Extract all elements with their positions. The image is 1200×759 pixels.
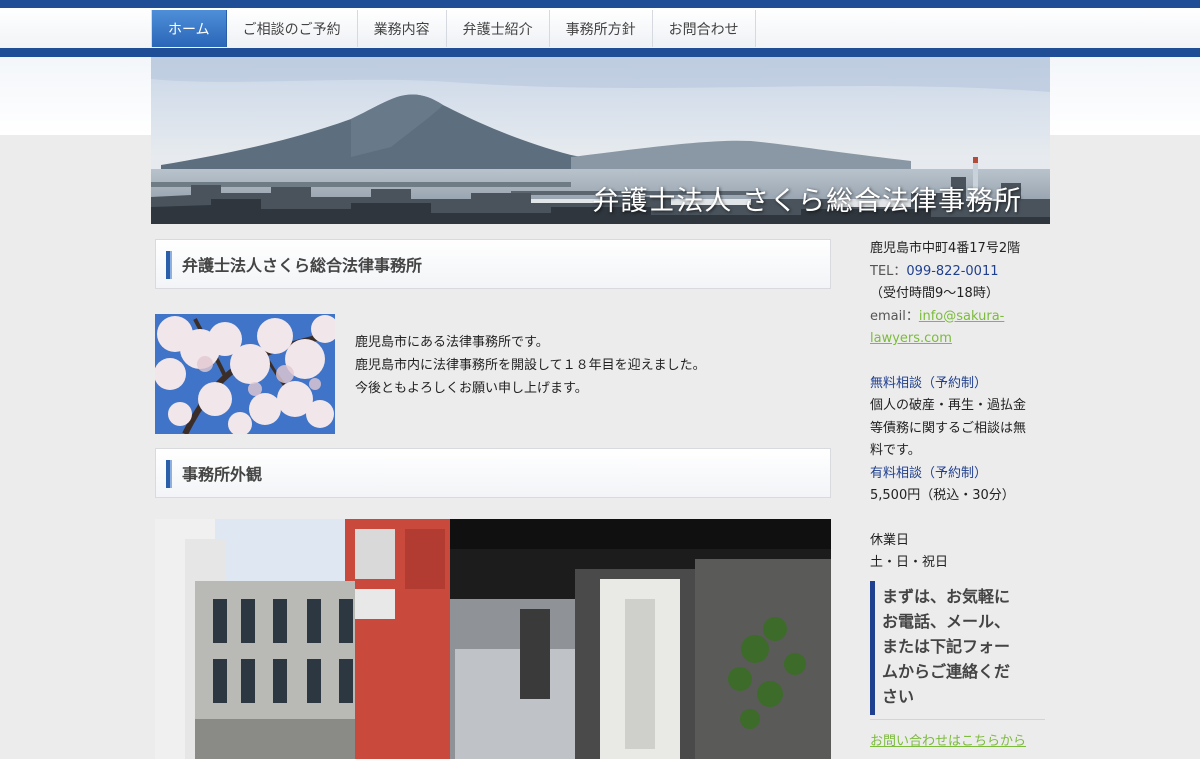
address: 鹿児島市中町4番17号2階: [870, 241, 1021, 256]
intro-line: 今後ともよろしくお願い申し上げます。: [355, 381, 588, 396]
free-consult-desc: 料です。: [870, 443, 921, 458]
top-accent-bar: [0, 0, 1200, 8]
heading-accent-bar: [166, 460, 172, 488]
nav-item-lawyers[interactable]: 弁護士紹介: [446, 10, 550, 47]
intro-text: 鹿児島市にある法律事務所です。 鹿児島市内に法律事務所を開設して１８年目を迎えま…: [355, 331, 706, 400]
paid-consult-price: 5,500円（税込・30分）: [870, 488, 1015, 503]
callout-line: ムからご連絡くだ: [882, 661, 1011, 681]
cherry-blossom-illustration: [155, 314, 335, 434]
holiday-title: 休業日: [870, 532, 910, 548]
main-content: 弁護士法人さくら総合法律事務所 鹿児島市にある法律事務所です。 鹿児島市内に法律…: [155, 239, 831, 759]
nav-item-home[interactable]: ホーム: [151, 10, 227, 47]
email-label: email：: [870, 308, 919, 324]
callout-line: まずは、お気軽に: [882, 586, 1011, 606]
callout-line: さい: [882, 686, 915, 706]
email-link[interactable]: lawyers.com: [870, 331, 952, 346]
intro-line: 鹿児島市内に法律事務所を開設して１８年目を迎えました。: [355, 358, 706, 373]
callout-line: お電話、メール、: [882, 611, 1011, 631]
heading-accent-bar: [166, 251, 172, 279]
callout-divider: [870, 718, 1045, 720]
intro-block: 鹿児島市にある法律事務所です。 鹿児島市内に法律事務所を開設して１８年目を迎えま…: [155, 314, 831, 434]
heading-text: 事務所外観: [182, 465, 263, 484]
nav-item-reservation[interactable]: ご相談のご予約: [226, 10, 358, 47]
email-link[interactable]: info@sakura-: [919, 309, 1005, 324]
free-consult-title: 無料相談（予約制）: [870, 375, 988, 391]
header-banner: 弁護士法人 さくら総合法律事務所: [151, 57, 1050, 224]
hours: （受付時間9～18時）: [870, 286, 999, 301]
sidebar: 鹿児島市中町4番17号2階 TEL：099-822-0011 （受付時間9～18…: [870, 238, 1050, 753]
tel-label: TEL：: [870, 263, 907, 279]
office-exterior-photos: [155, 519, 831, 759]
tel-number-link[interactable]: 099-822-0011: [906, 264, 998, 279]
holiday-days: 土・日・祝日: [870, 555, 949, 570]
callout-line: または下記フォー: [882, 636, 1011, 656]
nav-item-policy[interactable]: 事務所方針: [549, 10, 653, 47]
nav-item-contact[interactable]: お問合わせ: [652, 10, 756, 47]
main-nav: ホーム ご相談のご予約 業務内容 弁護士紹介 事務所方針 お問合わせ: [151, 10, 756, 47]
paid-consult-title: 有料相談（予約制）: [870, 465, 988, 481]
banner-title: 弁護士法人 さくら総合法律事務所: [592, 186, 1022, 217]
intro-line: 鹿児島市にある法律事務所です。: [355, 335, 549, 350]
office-exterior-illustration: [155, 519, 831, 759]
contact-callout: まずは、お気軽に お電話、メール、 または下記フォー ムからご連絡くだ さい: [870, 580, 1042, 715]
heading-text: 弁護士法人さくら総合法律事務所: [182, 256, 423, 275]
email-row: email：info@sakura-: [870, 306, 1050, 329]
free-consult-desc: 等債務に関するご相談は無: [870, 420, 1027, 436]
section-heading-firm: 弁護士法人さくら総合法律事務所: [155, 239, 831, 289]
nav-item-services[interactable]: 業務内容: [357, 10, 447, 47]
cherry-blossom-image: [155, 314, 335, 434]
nav-stripe: [0, 48, 1200, 57]
free-consult-desc: 個人の破産・再生・過払金: [870, 398, 1027, 413]
tel-row: TEL：099-822-0011: [870, 261, 1050, 284]
section-heading-exterior: 事務所外観: [155, 448, 831, 498]
